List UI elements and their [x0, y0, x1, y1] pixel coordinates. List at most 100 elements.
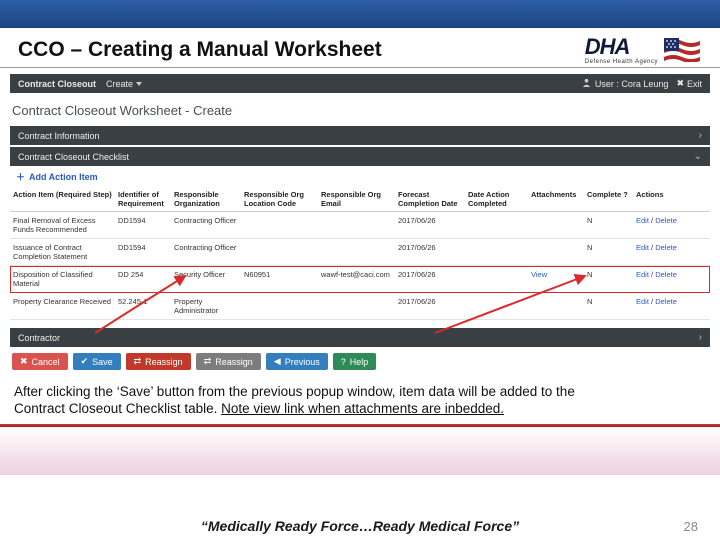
table-cell: Final Removal of Excess Funds Recommende… [10, 212, 115, 239]
app-topbar: Contract Closeout Create User : Cora Leu… [10, 74, 710, 93]
table-cell: Security Officer [171, 266, 241, 293]
panel-contract-information[interactable]: Contract Information › [10, 126, 710, 145]
table-cell: 2017/06/26 [395, 239, 465, 266]
table-header-row: Action Item (Required Step) Identifier o… [10, 187, 710, 212]
delete-link[interactable]: Delete [655, 297, 677, 306]
edit-link[interactable]: Edit [636, 297, 649, 306]
page-title: CCO – Creating a Manual Worksheet [18, 38, 382, 62]
previous-icon: ◀ [274, 356, 281, 367]
panel-checklist[interactable]: Contract Closeout Checklist ⌄ [10, 147, 710, 166]
caption-line1: After clicking the ‘Save’ button from th… [14, 384, 575, 399]
table-cell [241, 239, 318, 266]
table-row: Final Removal of Excess Funds Recommende… [10, 212, 710, 239]
previous-button[interactable]: ◀ Previous [266, 353, 328, 370]
cancel-button[interactable]: ✖ Cancel [12, 353, 68, 370]
user-menu[interactable]: User : Cora Leung [582, 78, 669, 89]
previous-label: Previous [285, 357, 320, 367]
table-cell: Contracting Officer [171, 212, 241, 239]
table-cell [465, 293, 528, 320]
table-cell: Disposition of Classified Material [10, 266, 115, 293]
cancel-label: Cancel [32, 357, 60, 367]
delete-link[interactable]: Delete [655, 243, 677, 252]
table-cell: DD1594 [115, 212, 171, 239]
cell-actions: Edit / Delete [633, 293, 710, 320]
chevron-right-icon: › [699, 332, 702, 343]
cell-complete: N [584, 212, 633, 239]
user-icon [582, 78, 591, 89]
table-cell: Property Clearance Received [10, 293, 115, 320]
exit-button[interactable]: ✖ Exit [676, 78, 702, 89]
app-screenshot: Contract Closeout Create User : Cora Leu… [10, 74, 710, 376]
logo: DHA Defense Health Agency [585, 34, 700, 65]
create-label: Create [106, 79, 133, 89]
cell-actions: Edit / Delete [633, 239, 710, 266]
cell-complete: N [584, 239, 633, 266]
help-label: Help [350, 357, 369, 367]
cancel-icon: ✖ [20, 356, 28, 367]
caption-line2b: Note view link when attachments are inbe… [221, 401, 504, 416]
add-action-label: Add Action Item [29, 172, 98, 182]
panel-info-label: Contract Information [18, 131, 100, 141]
table-cell: Issuance of Contract Completion Statemen… [10, 239, 115, 266]
table-cell: 2017/06/26 [395, 293, 465, 320]
table-row: Issuance of Contract Completion Statemen… [10, 239, 710, 266]
delete-link[interactable]: Delete [655, 270, 677, 279]
th-action-item: Action Item (Required Step) [10, 187, 115, 212]
caption: After clicking the ‘Save’ button from th… [0, 380, 720, 422]
panel-contractor-label: Contractor [18, 333, 60, 343]
reassign-icon: ⇄ [134, 356, 142, 367]
app-brand: Contract Closeout [18, 79, 96, 89]
cell-complete: N [584, 266, 633, 293]
panel-contractor[interactable]: Contractor › [10, 328, 710, 347]
add-action-item[interactable]: ＋ Add Action Item [10, 166, 710, 187]
table-cell: Contracting Officer [171, 239, 241, 266]
checklist-table: Action Item (Required Step) Identifier o… [10, 187, 710, 320]
table-cell [318, 293, 395, 320]
table-cell [465, 239, 528, 266]
help-button[interactable]: ?Help [333, 353, 377, 370]
reassign-icon: ⇄ [204, 356, 212, 367]
th-resp-email: Responsible Org Email [318, 187, 395, 212]
table-cell: 2017/06/26 [395, 212, 465, 239]
page-number: 28 [684, 519, 698, 534]
save-button[interactable]: ✔Save [73, 353, 121, 370]
th-actions: Actions [633, 187, 710, 212]
cell-attachments: View [528, 266, 584, 293]
button-row: ✖Cancel ✔Save ⇄Reassign ⇄Reassign ◀Previ… [10, 347, 710, 376]
chevron-down-icon: ⌄ [694, 151, 702, 162]
motto: “Medically Ready Force…Ready Medical For… [201, 518, 519, 534]
th-completed: Date Action Completed [465, 187, 528, 212]
save-icon: ✔ [81, 356, 89, 367]
edit-link[interactable]: Edit [636, 270, 649, 279]
edit-link[interactable]: Edit [636, 243, 649, 252]
delete-link[interactable]: Delete [655, 216, 677, 225]
reassign-disabled-button: ⇄Reassign [196, 353, 261, 370]
logo-subtext: Defense Health Agency [585, 59, 658, 65]
cell-attachments [528, 212, 584, 239]
th-forecast: Forecast Completion Date [395, 187, 465, 212]
th-resp-loc: Responsible Org Location Code [241, 187, 318, 212]
table-cell: DD 254 [115, 266, 171, 293]
view-attachment-link[interactable]: View [531, 270, 547, 279]
table-cell: 2017/06/26 [395, 266, 465, 293]
footer-row: “Medically Ready Force…Ready Medical For… [0, 518, 720, 534]
cell-complete: N [584, 293, 633, 320]
table-cell: N60951 [241, 266, 318, 293]
table-cell [241, 212, 318, 239]
create-menu[interactable]: Create [106, 79, 142, 89]
table-row: Property Clearance Received52.245-1Prope… [10, 293, 710, 320]
edit-link[interactable]: Edit [636, 216, 649, 225]
th-identifier: Identifier of Requirement [115, 187, 171, 212]
worksheet-subtitle: Contract Closeout Worksheet - Create [10, 93, 710, 124]
table-cell: DD1594 [115, 239, 171, 266]
caption-line2a: Contract Closeout Checklist table. [14, 401, 221, 416]
plus-icon: ＋ [16, 172, 25, 182]
table-cell: Property Administrator [171, 293, 241, 320]
reassign-label-2: Reassign [215, 357, 253, 367]
caret-down-icon [136, 82, 142, 86]
footer-fade [0, 427, 720, 475]
user-label: User : Cora Leung [595, 79, 669, 89]
panel-checklist-label: Contract Closeout Checklist [18, 152, 129, 162]
reassign-button[interactable]: ⇄Reassign [126, 353, 191, 370]
table-cell [318, 239, 395, 266]
